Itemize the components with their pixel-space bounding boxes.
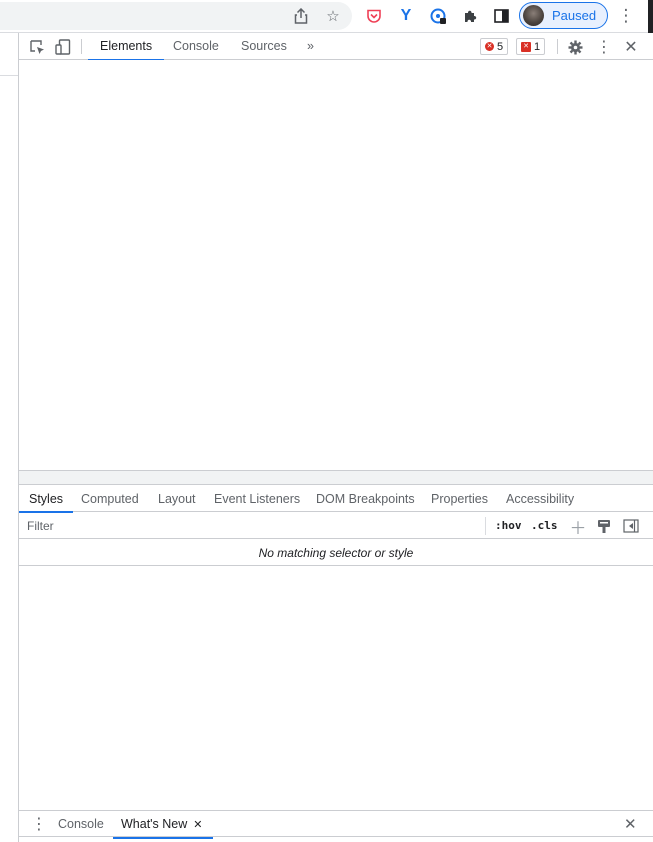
tab-sources[interactable]: Sources bbox=[229, 33, 299, 60]
class-toggle[interactable]: .cls bbox=[531, 513, 558, 539]
browser-toolbar: ☆ Y Paused ⋮ bbox=[0, 0, 653, 33]
styles-filter-bar: :hov .cls ＋ bbox=[19, 513, 653, 539]
close-drawer-icon[interactable]: ✕ bbox=[624, 811, 637, 838]
sidebar-tabs: Styles Computed Layout Event Listeners D… bbox=[18, 486, 653, 513]
error-icon: ✕ bbox=[485, 42, 494, 51]
tab-dom-breakpoints[interactable]: DOM Breakpoints bbox=[316, 486, 415, 512]
tab-elements[interactable]: Elements bbox=[88, 33, 165, 61]
tab-layout[interactable]: Layout bbox=[158, 486, 196, 512]
page-viewport[interactable] bbox=[0, 33, 19, 842]
profile-button[interactable]: Paused bbox=[519, 2, 608, 29]
chrome-menu-icon[interactable]: ⋮ bbox=[617, 5, 635, 27]
rendering-emulation-icon[interactable] bbox=[594, 516, 614, 536]
styles-filter-input[interactable] bbox=[21, 515, 484, 536]
gauge-extension-icon[interactable] bbox=[427, 5, 449, 27]
drawer-tab-console[interactable]: Console bbox=[58, 811, 104, 838]
errors-counter[interactable]: ✕ 5 bbox=[480, 38, 509, 55]
issues-count: 1 bbox=[534, 40, 541, 53]
drawer-tab-whats-new-label: What's New bbox=[121, 817, 188, 831]
more-tabs-button[interactable]: » bbox=[295, 33, 326, 60]
bookmark-star-icon[interactable]: ☆ bbox=[322, 5, 344, 27]
elements-dom-tree[interactable] bbox=[19, 60, 653, 470]
profile-status-label: Paused bbox=[552, 8, 597, 23]
issue-icon: ✕ bbox=[521, 41, 531, 52]
page-divider bbox=[0, 75, 18, 76]
devtools-panel: Elements Console Sources » ✕ 5 ✕ 1 ⋮ ✕ S… bbox=[18, 33, 653, 842]
issues-counter[interactable]: ✕ 1 bbox=[516, 38, 546, 55]
toolbar-separator bbox=[81, 39, 82, 54]
tab-accessibility[interactable]: Accessibility bbox=[506, 486, 574, 512]
errors-count: 5 bbox=[497, 40, 504, 53]
inspect-element-icon[interactable] bbox=[27, 37, 47, 57]
hover-state-toggle[interactable]: :hov bbox=[495, 513, 522, 539]
avatar bbox=[523, 5, 544, 26]
side-panel-icon[interactable] bbox=[490, 5, 512, 27]
pocket-extension-icon[interactable] bbox=[363, 5, 385, 27]
tab-event-listeners[interactable]: Event Listeners bbox=[214, 486, 300, 512]
tab-console[interactable]: Console bbox=[161, 33, 231, 60]
filter-divider bbox=[485, 517, 486, 535]
close-tab-icon[interactable]: ✕ bbox=[193, 819, 202, 831]
empty-styles-message: No matching selector or style bbox=[19, 540, 653, 566]
share-icon[interactable] bbox=[290, 5, 312, 27]
close-devtools-icon[interactable]: ✕ bbox=[621, 37, 641, 57]
puzzle-extensions-icon[interactable] bbox=[459, 5, 481, 27]
toggle-sidebar-icon[interactable] bbox=[621, 516, 641, 536]
tab-computed[interactable]: Computed bbox=[81, 486, 139, 512]
drawer-tab-whats-new[interactable]: What's New ✕ bbox=[113, 811, 212, 839]
toolbar-separator bbox=[557, 39, 558, 54]
new-style-rule-icon[interactable]: ＋ bbox=[568, 516, 588, 538]
y-extension-icon[interactable]: Y bbox=[395, 5, 417, 27]
window-edge bbox=[648, 0, 653, 33]
settings-gear-icon[interactable] bbox=[565, 37, 585, 57]
customize-menu-icon[interactable]: ⋮ bbox=[594, 37, 614, 57]
pane-splitter[interactable] bbox=[19, 470, 653, 485]
devtools-drawer-tabs: ⋮ Console What's New ✕ ✕ bbox=[19, 810, 653, 839]
tab-styles[interactable]: Styles bbox=[18, 486, 74, 513]
tab-properties[interactable]: Properties bbox=[431, 486, 488, 512]
device-toolbar-icon[interactable] bbox=[53, 37, 73, 57]
devtools-toolbar: Elements Console Sources » ✕ 5 ✕ 1 ⋮ ✕ bbox=[19, 33, 653, 61]
drawer-menu-icon[interactable]: ⋮ bbox=[31, 811, 47, 838]
